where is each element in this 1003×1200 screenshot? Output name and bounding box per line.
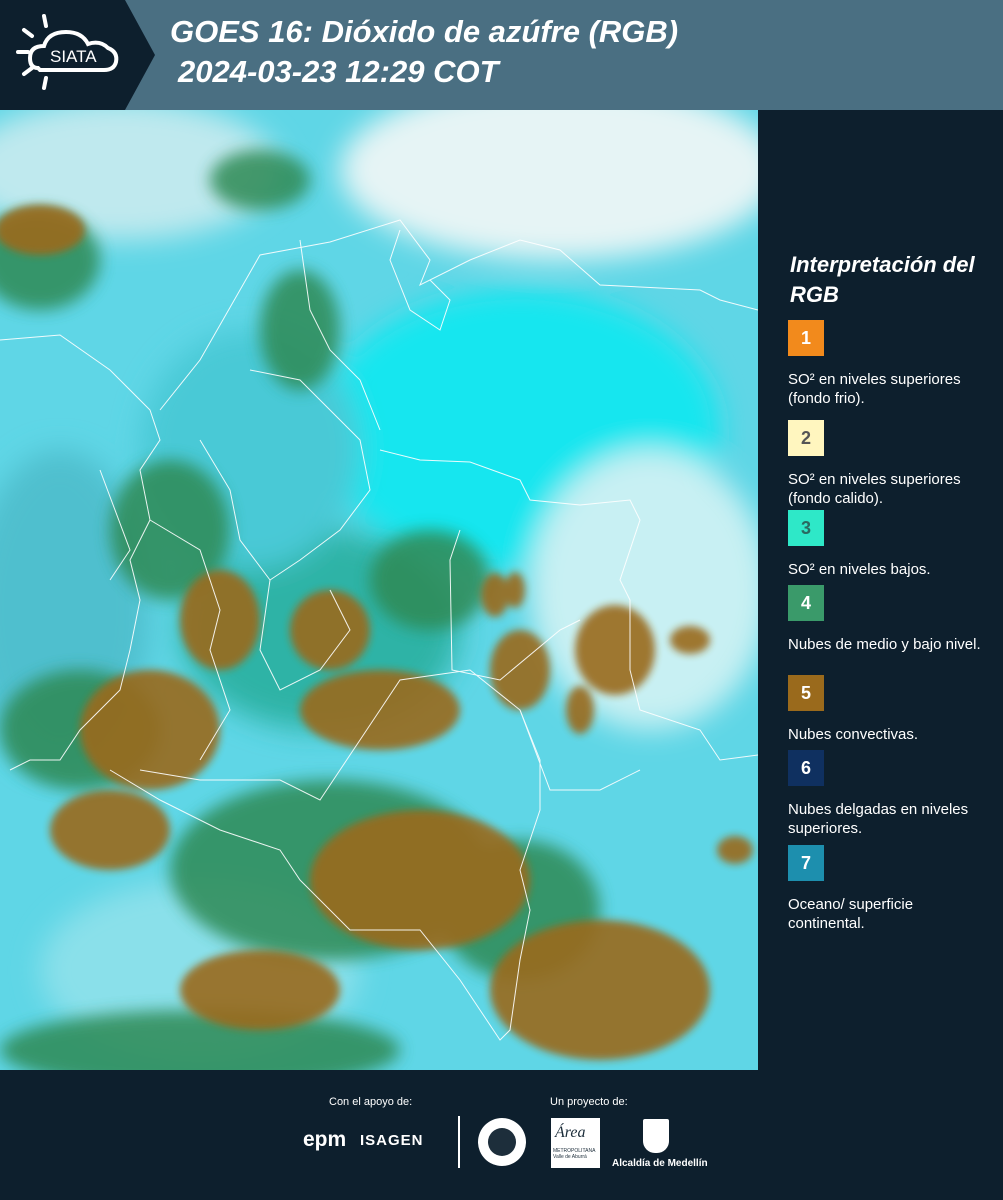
area-logo-word: Área [555, 1124, 586, 1141]
legend-title: Interpretación del RGB [790, 252, 975, 307]
satellite-image[interactable] [0, 110, 758, 1070]
medellin-seal[interactable] [478, 1118, 526, 1166]
legend-item: 6 Nubes delgadas en niveles superiores. [788, 750, 993, 838]
support-label: Con el apoyo de: [329, 1096, 413, 1108]
siata-logo-text: SIATA [50, 47, 97, 66]
image-timestamp: 2024-03-23 12:29 COT [178, 54, 499, 89]
legend-label: Nubes delgadas en niveles superiores. [788, 801, 969, 837]
epm-logo[interactable]: epm [303, 1128, 346, 1152]
alcaldia-shield-icon[interactable] [643, 1119, 669, 1153]
legend-label: Nubes convectivas. [788, 726, 919, 743]
legend-label: SO² en niveles superiores (fondo calido)… [788, 471, 961, 507]
satellite-image-graphic [0, 110, 758, 1070]
legend-item: 2 SO² en niveles superiores (fondo calido… [788, 420, 993, 508]
isagen-logo[interactable]: ISAGEN [360, 1132, 424, 1149]
legend-label: Oceano/ superficie continental. [788, 896, 914, 932]
page-title: GOES 16: Dióxido de azúfre (RGB) [170, 14, 679, 49]
siata-logo[interactable]: SIATA [0, 0, 155, 110]
legend-label: SO² en niveles superiores (fondo frio). [788, 371, 961, 407]
legend-panel: Interpretación del RGB 1 SO² en niveles s… [758, 110, 1003, 1070]
legend-item: 5 Nubes convectivas. [788, 675, 993, 744]
legend-swatch: 4 [788, 585, 824, 621]
legend-swatch: 6 [788, 750, 824, 786]
project-label: Un proyecto de: [550, 1096, 628, 1108]
legend-label: SO² en niveles bajos. [788, 561, 931, 578]
legend-item: 4 Nubes de medio y bajo nivel. [788, 585, 993, 654]
area-logo-sub: METROPOLITANA Valle de Aburrá [553, 1148, 596, 1160]
legend-item: 3 SO² en niveles bajos. [788, 510, 993, 579]
legend-swatch: 7 [788, 845, 824, 881]
legend-label: Nubes de medio y bajo nivel. [788, 636, 981, 653]
alcaldia-label: Alcaldía de Medellín [612, 1158, 708, 1169]
legend-swatch: 1 [788, 320, 824, 356]
legend-swatch: 5 [788, 675, 824, 711]
legend-item: 1 SO² en niveles superiores (fondo frio). [788, 320, 993, 408]
footer: Con el apoyo de: Un proyecto de: epm ISA… [0, 1070, 1003, 1200]
header-bar: SIATA GOES 16: Dióxido de azúfre (RGB) 2… [0, 0, 1003, 110]
area-metropolitana-logo[interactable]: Área METROPOLITANA Valle de Aburrá [551, 1118, 600, 1168]
siata-logo-graphic: SIATA [0, 0, 155, 110]
legend-swatch: 3 [788, 510, 824, 546]
legend-item: 7 Oceano/ superficie continental. [788, 845, 993, 933]
legend-swatch: 2 [788, 420, 824, 456]
seal-icon [488, 1128, 516, 1156]
footer-divider [458, 1116, 460, 1168]
